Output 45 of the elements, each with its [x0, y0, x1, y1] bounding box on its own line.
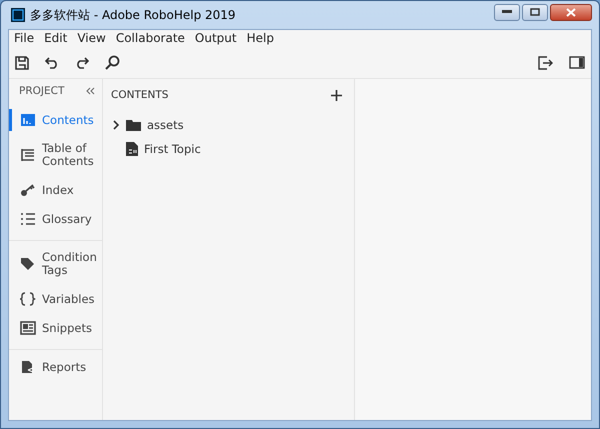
menu-item[interactable]: Help — [242, 30, 279, 47]
panel-title: CONTENTS — [111, 89, 168, 101]
redo-icon[interactable] — [75, 56, 89, 68]
list-icon — [20, 212, 36, 226]
menu-item[interactable]: Collaborate — [110, 30, 190, 47]
save-icon[interactable] — [15, 56, 29, 70]
collapse-icon[interactable] — [86, 87, 96, 95]
minimize-button[interactable] — [494, 4, 520, 20]
window-title: 多多软件站 - Adobe RoboHelp 2019 — [30, 6, 236, 24]
tag-icon — [20, 257, 36, 271]
tree-item[interactable]: First Topic — [144, 142, 201, 156]
sidebar-item[interactable]: Condition Tags — [9, 247, 102, 281]
maximize-button[interactable] — [522, 4, 548, 20]
card-icon — [20, 321, 36, 335]
sidebar-item[interactable]: Table of Contents — [9, 138, 102, 172]
key-icon — [20, 183, 36, 197]
sidebar-item[interactable]: Index — [9, 179, 102, 201]
undo-icon[interactable] — [45, 56, 59, 68]
document-icon — [20, 360, 36, 374]
panel-title: PROJECT — [19, 85, 64, 97]
panel-icon[interactable] — [569, 56, 585, 69]
search-icon[interactable] — [105, 55, 120, 70]
braces-icon — [20, 292, 36, 306]
maximize-icon — [530, 8, 540, 16]
tree-item[interactable]: assets — [147, 118, 184, 132]
minimize-icon — [502, 10, 512, 14]
chevron-icon[interactable] — [111, 120, 120, 130]
list-icon — [20, 148, 36, 162]
menu-item[interactable]: File — [9, 30, 40, 47]
sidebar-item[interactable]: Contents — [9, 109, 102, 131]
sidebar-item[interactable]: Snippets — [9, 317, 102, 339]
folder-icon — [126, 119, 141, 131]
sidebar-item[interactable]: Variables — [9, 288, 102, 310]
app-icon — [11, 8, 25, 22]
sidebar-item[interactable]: Reports — [9, 356, 102, 378]
document-icon — [126, 142, 138, 156]
close-button[interactable] — [550, 4, 592, 20]
chart-icon — [20, 113, 36, 127]
add-icon[interactable] — [331, 90, 342, 100]
export-icon[interactable] — [538, 56, 553, 70]
sidebar-item[interactable]: Glossary — [9, 208, 102, 230]
menu-item[interactable]: Output — [190, 30, 242, 47]
menu-item[interactable]: Edit — [39, 30, 72, 47]
close-icon — [566, 8, 576, 16]
menu-item[interactable]: View — [72, 30, 111, 47]
